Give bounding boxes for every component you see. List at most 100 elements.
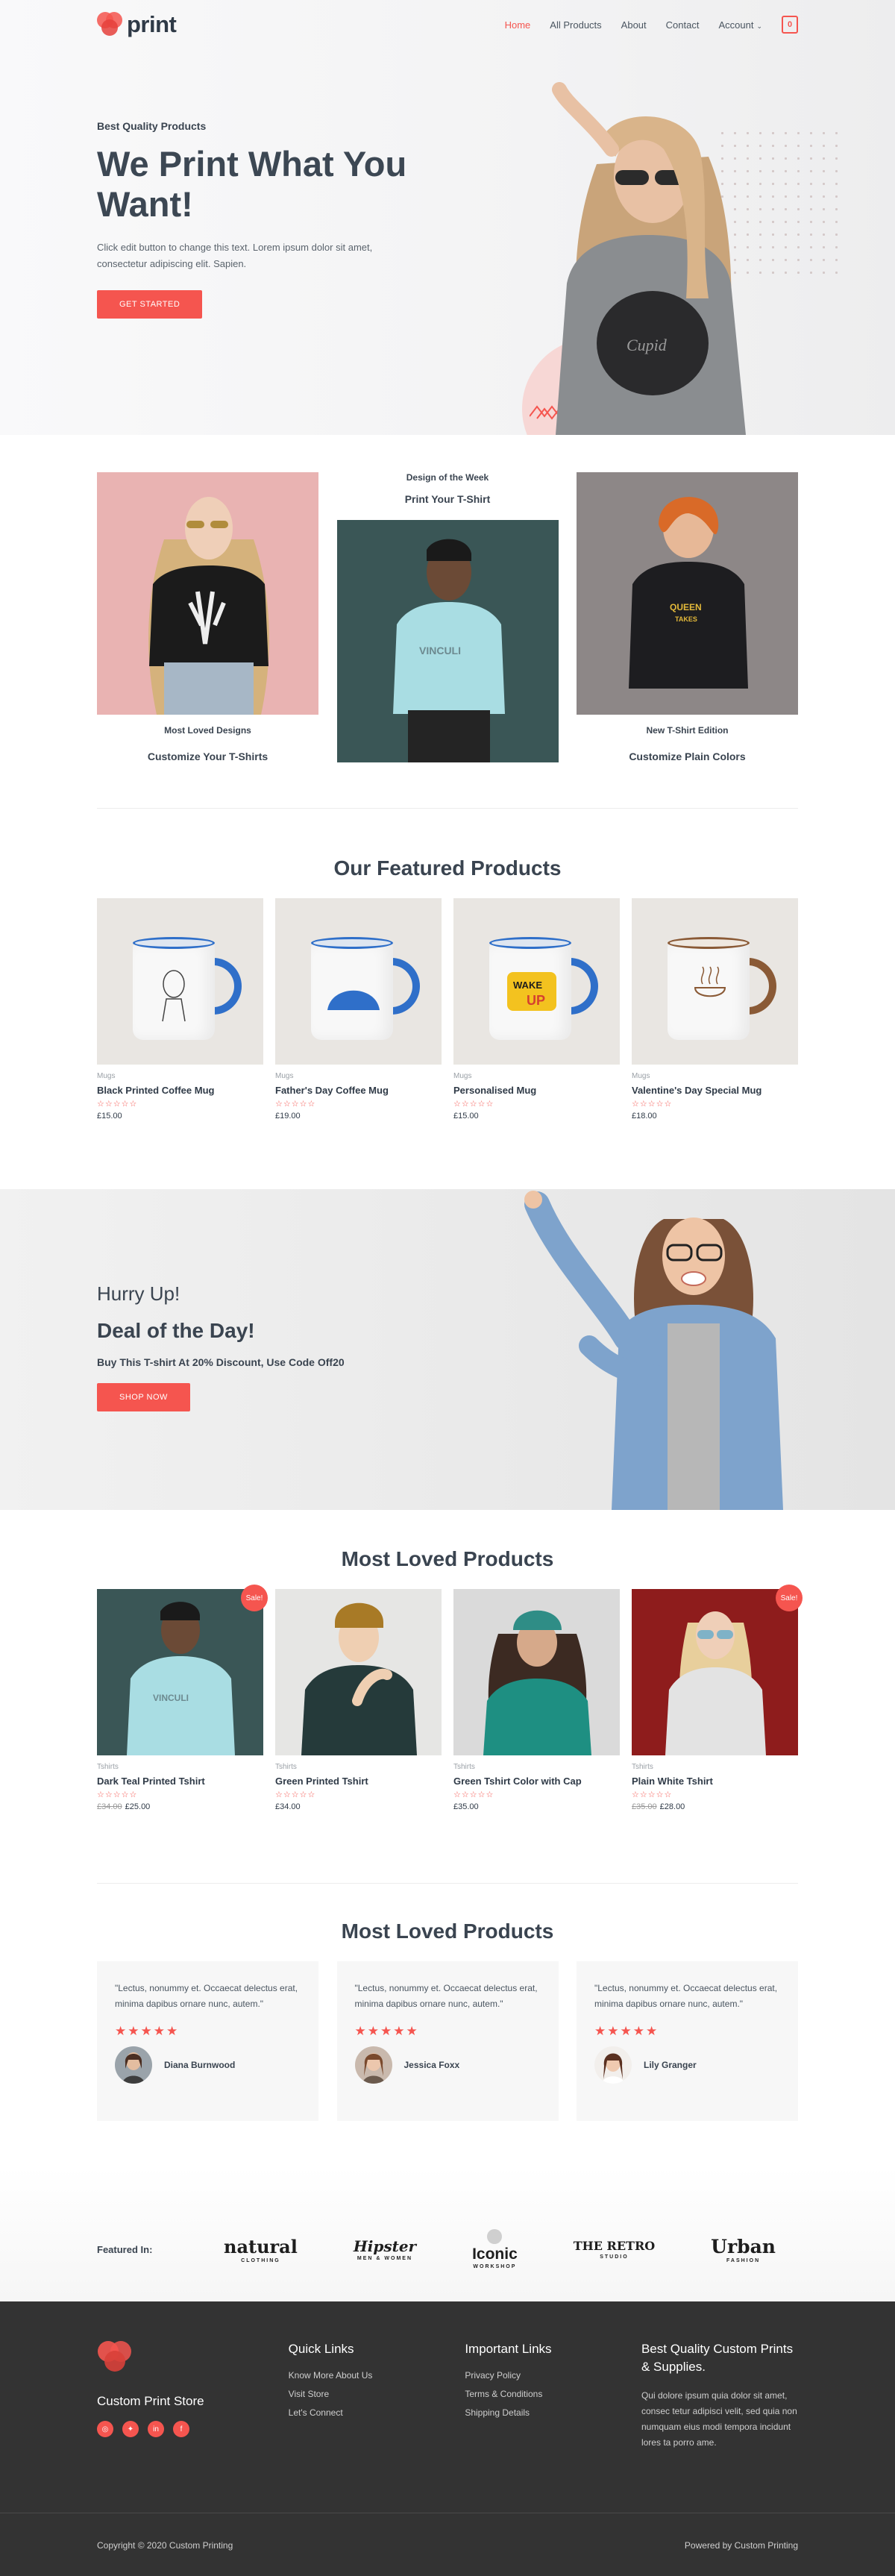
twitter-icon[interactable]: ✦	[122, 2421, 139, 2437]
featured-in-label: Featured In:	[97, 2243, 153, 2255]
footer-link-about[interactable]: Know More About Us	[289, 2370, 445, 2381]
nav-all-products[interactable]: All Products	[550, 19, 601, 31]
product-card[interactable]: WAKE UP Mugs Personalised Mug ☆☆☆☆☆ £15.0…	[453, 898, 620, 1121]
footer-brand-column: Custom Print Store ◎ ✦ in f	[97, 2340, 268, 2513]
product-price: £15.00	[453, 1112, 479, 1121]
testimonial-card: "Lectus, nonummy et. Occaecat delectus e…	[97, 1961, 318, 2121]
instagram-icon[interactable]: ◎	[97, 2421, 113, 2437]
nav-account[interactable]: Account ⌄	[718, 19, 762, 31]
product-name[interactable]: Father's Day Coffee Mug	[275, 1085, 442, 1096]
facebook-icon[interactable]: f	[173, 2421, 189, 2437]
important-links-column: Important Links Privacy Policy Terms & C…	[465, 2340, 621, 2513]
old-price: £35.00	[632, 1802, 657, 1811]
product-card[interactable]: Mugs Valentine's Day Special Mug ☆☆☆☆☆ £…	[632, 898, 798, 1121]
brand-logo-hipster: Hipster MEN & WOMEN	[353, 2237, 417, 2261]
brand-logo-retro: THE RETRO STUDIO	[573, 2239, 656, 2260]
logo-hearts-icon	[97, 12, 124, 37]
product-name[interactable]: Black Printed Coffee Mug	[97, 1085, 263, 1096]
old-price: £34.00	[97, 1802, 122, 1811]
powered-by-text: Powered by Custom Printing	[684, 2539, 798, 2551]
product-name[interactable]: Plain White Tshirt	[632, 1776, 798, 1787]
product-name[interactable]: Green Tshirt Color with Cap	[453, 1776, 620, 1787]
loved-product-grid: Sale! VINCULI Tshirts Dark Teal Printed …	[97, 1585, 803, 1811]
site-logo[interactable]: print	[97, 11, 177, 38]
svg-text:WAKE: WAKE	[513, 980, 542, 991]
star-rating-icon: ☆☆☆☆☆	[97, 1790, 138, 1799]
nav-contact[interactable]: Contact	[666, 19, 700, 31]
author-name: Lily Granger	[644, 2060, 697, 2070]
product-price: £35.00 £28.00	[632, 1802, 798, 1811]
footer-link-store[interactable]: Visit Store	[289, 2389, 445, 2399]
product-name[interactable]: Green Printed Tshirt	[275, 1776, 442, 1787]
svg-text:Cupid: Cupid	[626, 336, 668, 354]
footer-link-privacy[interactable]: Privacy Policy	[465, 2370, 621, 2381]
chevron-down-icon: ⌄	[756, 22, 762, 30]
product-price: £34.00 £25.00	[97, 1802, 263, 1811]
footer-bottom-bar: Copyright © 2020 Custom Printing Powered…	[0, 2513, 895, 2576]
testimonial-quote: "Lectus, nonummy et. Occaecat delectus e…	[115, 1983, 298, 2009]
design-subtitle-right: Customize Plain Colors	[629, 750, 746, 762]
cart-button[interactable]: 0	[782, 16, 798, 34]
design-caption-right: New T-Shirt Edition	[646, 725, 729, 736]
featured-products-section: Our Featured Products Mugs Black Printed…	[0, 809, 895, 1189]
footer-link-shipping[interactable]: Shipping Details	[465, 2407, 621, 2418]
design-card-left[interactable]: Most Loved Designs Customize Your T-Shir…	[97, 472, 318, 808]
svg-text:TAKES: TAKES	[675, 615, 697, 623]
about-title: Best Quality Custom Prints & Supplies.	[641, 2342, 794, 2374]
cart-count: 0	[787, 20, 793, 29]
svg-text:VINCULI: VINCULI	[153, 1693, 189, 1703]
deal-text: Hurry Up! Deal of the Day! Buy This T-sh…	[97, 1282, 345, 1411]
quick-links-title: Quick Links	[288, 2342, 354, 2356]
product-category: Mugs	[453, 1072, 472, 1080]
nav-about[interactable]: About	[621, 19, 647, 31]
sale-price: £25.00	[125, 1802, 151, 1811]
design-card-right[interactable]: QUEEN TAKES New T-Shirt Edition Customiz…	[577, 472, 798, 808]
site-header: print Home All Products About Contact Ac…	[0, 0, 895, 49]
star-rating-icon: ★★★★★	[115, 2024, 180, 2038]
star-rating-icon: ★★★★★	[594, 2024, 659, 2038]
hero-text: Best Quality Products We Print What You …	[97, 120, 410, 319]
product-name[interactable]: Personalised Mug	[453, 1085, 620, 1096]
testimonial-card: "Lectus, nonummy et. Occaecat delectus e…	[336, 1961, 559, 2121]
design-card-middle[interactable]: Design of the Week Print Your T-Shirt VI…	[336, 472, 559, 808]
deal-section: Hurry Up! Deal of the Day! Buy This T-sh…	[0, 1189, 895, 1510]
about-column: Best Quality Custom Prints & Supplies. Q…	[641, 2340, 798, 2513]
product-name[interactable]: Dark Teal Printed Tshirt	[97, 1776, 263, 1787]
shop-now-button[interactable]: SHOP NOW	[97, 1383, 190, 1411]
footer-link-connect[interactable]: Let's Connect	[289, 2407, 445, 2418]
linkedin-icon[interactable]: in	[148, 2421, 164, 2437]
product-card[interactable]: Tshirts Green Printed Tshirt ☆☆☆☆☆ £34.0…	[275, 1589, 442, 1811]
testimonials-title: Most Loved Products	[341, 1920, 554, 1943]
product-image-teal-tshirt: VINCULI	[97, 1589, 263, 1755]
copyright-text: Copyright © 2020 Custom Printing	[97, 2539, 233, 2551]
footer-link-terms[interactable]: Terms & Conditions	[465, 2389, 621, 2399]
product-price: £35.00	[453, 1802, 479, 1811]
hero-section: Best Quality Products We Print What You …	[0, 0, 895, 435]
product-card[interactable]: Sale! Tshirts Plain White Tshirt ☆☆☆☆☆ £…	[632, 1585, 803, 1811]
product-price: £18.00	[632, 1112, 657, 1121]
product-image-green-tshirt	[275, 1589, 442, 1755]
product-name[interactable]: Valentine's Day Special Mug	[632, 1085, 798, 1096]
featured-in-section: Featured In: natural CLOTHING Hipster ME…	[0, 2167, 895, 2301]
nav-account-label: Account	[718, 19, 754, 31]
product-category: Mugs	[275, 1072, 294, 1080]
nav-home[interactable]: Home	[505, 19, 531, 31]
design-image-queen-tee: QUEEN TAKES	[577, 472, 798, 715]
brand-logo-urban: Urban FASHION	[711, 2235, 776, 2263]
product-card[interactable]: Sale! VINCULI Tshirts Dark Teal Printed …	[97, 1585, 268, 1811]
deal-heading: Hurry Up!	[97, 1282, 180, 1305]
hero-model-image: Cupid	[485, 75, 843, 435]
product-category: Mugs	[97, 1072, 116, 1080]
product-card[interactable]: Mugs Black Printed Coffee Mug ☆☆☆☆☆ £15.…	[97, 898, 263, 1121]
main-nav: Home All Products About Contact Account ⌄…	[505, 16, 798, 34]
product-card[interactable]: Mugs Father's Day Coffee Mug ☆☆☆☆☆ £19.0…	[275, 898, 442, 1121]
product-category: Tshirts	[632, 1763, 653, 1771]
get-started-button[interactable]: GET STARTED	[97, 290, 203, 319]
site-footer: Custom Print Store ◎ ✦ in f Quick Links …	[0, 2301, 895, 2513]
about-text: Qui dolore ipsum quia dolor sit amet, co…	[641, 2390, 797, 2448]
design-subtitle-left: Customize Your T-Shirts	[147, 750, 268, 762]
product-category: Tshirts	[97, 1763, 119, 1771]
deal-model-image	[524, 1191, 783, 1510]
product-card[interactable]: Tshirts Green Tshirt Color with Cap ☆☆☆☆…	[453, 1589, 620, 1811]
star-rating-icon: ☆☆☆☆☆	[453, 1100, 494, 1109]
